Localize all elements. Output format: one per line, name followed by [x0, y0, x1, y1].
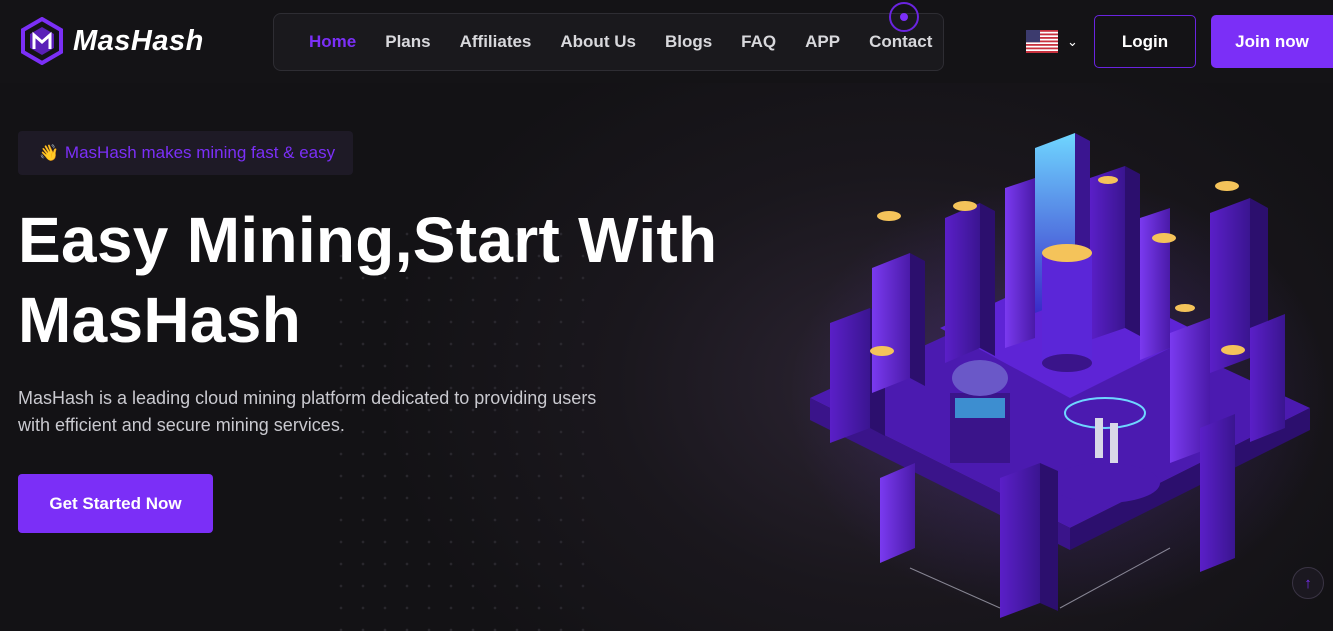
nav-item-contact[interactable]: Contact — [869, 32, 932, 52]
join-now-button[interactable]: Join now — [1211, 15, 1333, 68]
logo-text: MasHash — [73, 24, 204, 57]
hero-title-line1: Easy Mining,Start With — [18, 204, 718, 276]
badge-text: MasHash makes mining fast & easy — [64, 143, 336, 162]
nav-item-plans[interactable]: Plans — [385, 32, 430, 52]
scroll-to-top-button[interactable]: ↑ — [1292, 567, 1324, 599]
get-started-button[interactable]: Get Started Now — [18, 474, 213, 533]
site-header: MasHash Home Plans Affiliates About Us B… — [0, 0, 1333, 83]
hero-badge: 👋 MasHash makes mining fast & easy — [18, 131, 353, 175]
crypto-city-illustration — [790, 133, 1330, 618]
chevron-down-icon: ⌄ — [1067, 33, 1078, 49]
hero-title-line2: MasHash — [18, 284, 302, 356]
arrow-up-icon: ↑ — [1304, 574, 1312, 592]
hero-section: 👋 MasHash makes mining fast & easy Easy … — [0, 83, 1333, 631]
nav-item-affiliates[interactable]: Affiliates — [460, 32, 532, 52]
us-flag-icon — [1026, 30, 1058, 53]
nav-indicator-dot — [889, 2, 919, 32]
hero-title: Easy Mining,Start With MasHash — [18, 200, 818, 360]
login-button[interactable]: Login — [1094, 15, 1196, 68]
main-nav: Home Plans Affiliates About Us Blogs FAQ… — [273, 13, 944, 71]
language-selector[interactable]: ⌄ — [1026, 30, 1078, 53]
nav-item-about-us[interactable]: About Us — [560, 32, 636, 52]
nav-item-app[interactable]: APP — [805, 32, 840, 52]
waving-hand-icon: 👋 — [39, 145, 59, 162]
logo[interactable]: MasHash — [20, 17, 204, 65]
nav-item-home[interactable]: Home — [309, 32, 356, 52]
nav-item-blogs[interactable]: Blogs — [665, 32, 712, 52]
hero-description: MasHash is a leading cloud mining platfo… — [18, 388, 597, 435]
mashash-logo-icon — [21, 17, 63, 65]
nav-item-faq[interactable]: FAQ — [741, 32, 776, 52]
